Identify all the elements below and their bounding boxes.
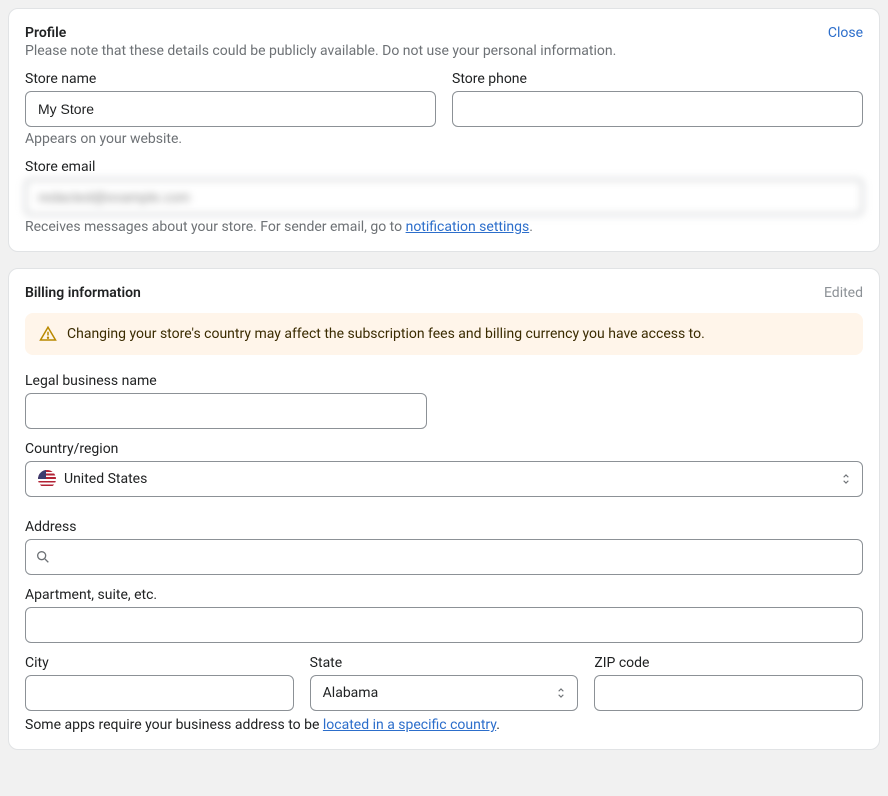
store-phone-input[interactable] — [452, 91, 863, 127]
billing-note-prefix: Some apps require your business address … — [25, 717, 323, 733]
profile-subtitle: Please note that these details could be … — [25, 43, 616, 59]
billing-note: Some apps require your business address … — [25, 717, 863, 733]
country-select-wrap: United States — [25, 461, 863, 497]
address-input[interactable] — [25, 539, 863, 575]
state-field: State Alabama — [310, 655, 579, 711]
store-email-help-prefix: Receives messages about your store. For … — [25, 219, 406, 235]
zip-field: ZIP code — [594, 655, 863, 711]
store-phone-field: Store phone — [452, 71, 863, 147]
legal-name-field: Legal business name — [25, 373, 427, 429]
close-link[interactable]: Close — [828, 25, 863, 41]
store-email-label: Store email — [25, 159, 863, 175]
store-email-input[interactable] — [25, 179, 863, 215]
billing-edited-badge: Edited — [824, 285, 863, 301]
city-state-zip-row: City State Alabama ZIP code — [25, 655, 863, 711]
store-name-field: Store name Appears on your website. — [25, 71, 436, 147]
zip-input[interactable] — [594, 675, 863, 711]
address-label: Address — [25, 519, 863, 535]
billing-note-suffix: . — [496, 717, 500, 733]
profile-header: Profile Please note that these details c… — [25, 25, 863, 71]
profile-card: Profile Please note that these details c… — [8, 8, 880, 252]
city-input[interactable] — [25, 675, 294, 711]
city-label: City — [25, 655, 294, 671]
country-label: Country/region — [25, 441, 863, 457]
billing-alert-text: Changing your store's country may affect… — [67, 326, 705, 342]
store-name-label: Store name — [25, 71, 436, 87]
country-value: United States — [64, 471, 147, 487]
store-name-help: Appears on your website. — [25, 131, 436, 147]
state-select[interactable]: Alabama — [310, 675, 579, 711]
profile-row-1: Store name Appears on your website. Stor… — [25, 71, 863, 159]
billing-header: Billing information Edited — [25, 285, 863, 303]
store-email-field: Store email Receives messages about your… — [25, 159, 863, 235]
address-input-wrap — [25, 539, 863, 575]
country-select[interactable]: United States — [25, 461, 863, 497]
warning-icon — [39, 325, 57, 343]
legal-name-label: Legal business name — [25, 373, 427, 389]
country-location-link[interactable]: located in a specific country — [323, 717, 496, 733]
city-field: City — [25, 655, 294, 711]
search-icon — [35, 549, 51, 565]
store-email-help-suffix: . — [529, 219, 533, 235]
country-field: Country/region United States — [25, 441, 863, 497]
state-select-wrap: Alabama — [310, 675, 579, 711]
flag-us-icon — [38, 470, 56, 488]
store-phone-label: Store phone — [452, 71, 863, 87]
billing-title: Billing information — [25, 285, 141, 301]
address-field: Address — [25, 519, 863, 575]
zip-label: ZIP code — [594, 655, 863, 671]
billing-alert: Changing your store's country may affect… — [25, 313, 863, 355]
profile-title: Profile — [25, 25, 616, 41]
legal-name-input[interactable] — [25, 393, 427, 429]
state-label: State — [310, 655, 579, 671]
chevron-updown-icon — [554, 686, 568, 700]
apartment-field: Apartment, suite, etc. — [25, 587, 863, 643]
billing-card: Billing information Edited Changing your… — [8, 268, 880, 750]
profile-header-left: Profile Please note that these details c… — [25, 25, 616, 71]
apartment-input[interactable] — [25, 607, 863, 643]
store-name-input[interactable] — [25, 91, 436, 127]
chevron-updown-icon — [839, 472, 853, 486]
notification-settings-link[interactable]: notification settings — [406, 219, 530, 235]
store-email-help: Receives messages about your store. For … — [25, 219, 863, 235]
apartment-label: Apartment, suite, etc. — [25, 587, 863, 603]
state-value: Alabama — [323, 685, 379, 701]
